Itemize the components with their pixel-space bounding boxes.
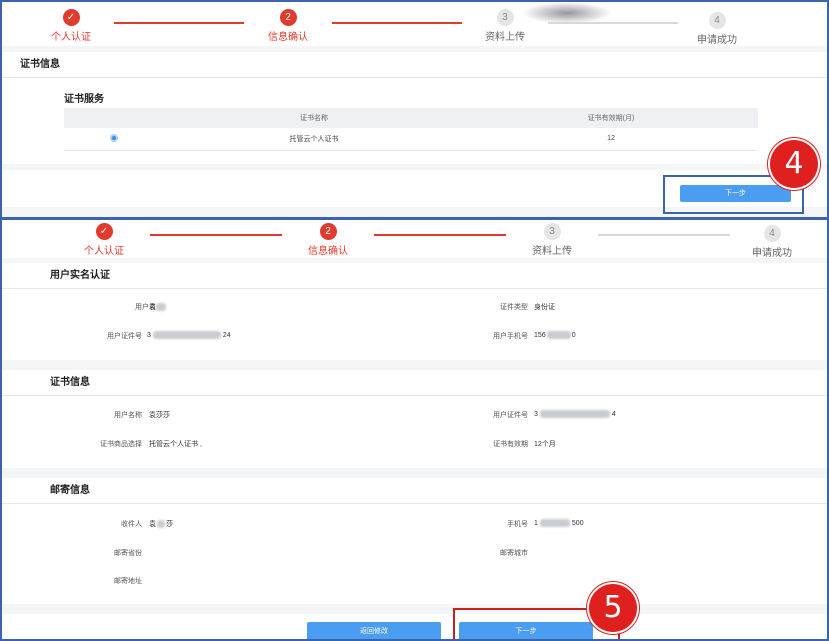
cert-idno-label: 用户证件号 — [493, 412, 528, 419]
check-icon: ✓ — [62, 9, 80, 26]
step-number: 2 — [279, 9, 297, 26]
table-header-name: 证书名称 — [164, 108, 464, 128]
period-value: 12个月 — [534, 441, 556, 448]
step-number: 2 — [319, 223, 337, 240]
step-personal-auth: ✓ 个人认证 — [44, 223, 164, 257]
mail-phone-value: 1 500 — [534, 519, 584, 527]
radio-cell[interactable] — [64, 128, 164, 151]
divider-band — [2, 468, 827, 478]
phone-value: 156 0 — [534, 331, 576, 339]
step-label: 资料上传 — [532, 246, 572, 257]
name-value: 袁莎莎 — [149, 412, 170, 419]
step-badge-4: 4 — [770, 140, 818, 188]
step-badge-5: 5 — [589, 584, 637, 632]
step-label: 信息确认 — [308, 246, 348, 257]
receiver-label: 收件人 — [121, 521, 142, 528]
step-success: 4 申请成功 — [657, 12, 777, 46]
step-label: 信息确认 — [268, 32, 308, 43]
step-info-confirm: 2 信息确认 — [228, 9, 348, 43]
step-connector — [598, 234, 730, 236]
step-info-confirm: 2 信息确认 — [268, 223, 388, 257]
username-value: 袁 — [149, 302, 166, 312]
divider-band — [2, 164, 827, 170]
step-label: 申请成功 — [752, 248, 792, 259]
mail-section-title: 邮寄信息 — [2, 478, 827, 504]
product-label: 证书商品选择 — [100, 441, 142, 448]
idno-value: 3 24 — [147, 331, 231, 339]
step-label: 个人认证 — [84, 246, 124, 257]
idtype-value: 身份证 — [534, 304, 555, 311]
progress-stepper: ✓ 个人认证 2 信息确认 3 资料上传 4 申请成功 — [2, 2, 827, 46]
step-number: 4 — [763, 225, 781, 242]
receiver-value: 袁莎 — [149, 520, 173, 529]
name-label: 用户名称 — [114, 412, 142, 419]
cert-name-cell: 托管云个人证书 — [164, 128, 464, 151]
check-icon: ✓ — [95, 223, 113, 240]
cert-section-title: 证书信息 — [2, 370, 827, 396]
next-button[interactable]: 下一步 — [459, 622, 593, 639]
username-label: 用户名 — [135, 304, 156, 311]
step-upload: 3 资料上传 — [445, 9, 565, 43]
next-button[interactable]: 下一步 — [680, 185, 791, 202]
phone-label: 用户手机号 — [493, 333, 528, 340]
step-label: 申请成功 — [697, 35, 737, 46]
step-number: 3 — [496, 9, 514, 26]
step-connector — [150, 234, 282, 236]
step-success: 4 申请成功 — [712, 225, 827, 259]
radio-selected-icon[interactable] — [110, 133, 118, 142]
info-confirm-panel: ✓ 个人认证 2 信息确认 3 资料上传 4 申请成功 用户实名认证 用户名 袁… — [0, 218, 829, 641]
step-label: 资料上传 — [485, 32, 525, 43]
step-connector — [374, 234, 506, 236]
cert-table: 证书名称 证书有效期(月) 托管云个人证书 12 — [64, 108, 758, 151]
idno-label: 用户证件号 — [107, 333, 142, 340]
table-header-period: 证书有效期(月) — [464, 108, 758, 128]
step-label: 个人认证 — [51, 32, 91, 43]
address-label: 邮寄地址 — [114, 578, 142, 585]
table-row[interactable]: 托管云个人证书 12 — [64, 128, 758, 151]
certificate-service-panel: ✓ 个人认证 2 信息确认 3 资料上传 4 申请成功 证书信息 证书服务 证书… — [0, 0, 829, 219]
divider-band — [2, 604, 827, 614]
step-upload: 3 资料上传 — [492, 223, 612, 257]
period-label: 证书有效期 — [493, 441, 528, 448]
mail-phone-label: 手机号 — [507, 521, 528, 528]
city-label: 邮寄城市 — [500, 550, 528, 557]
step-personal-auth: ✓ 个人认证 — [11, 9, 131, 43]
step-connector — [332, 22, 462, 24]
product-value: 托管云个人证书 , — [149, 441, 202, 448]
cert-period-cell: 12 — [464, 128, 758, 151]
step-number: 3 — [543, 223, 561, 240]
cert-idno-value: 34 — [534, 410, 616, 418]
province-label: 邮寄省份 — [114, 550, 142, 557]
back-edit-button[interactable]: 返回修改 — [307, 622, 441, 639]
section-title: 证书信息 — [2, 52, 827, 78]
idtype-label: 证件类型 — [500, 304, 528, 311]
realname-section-title: 用户实名认证 — [2, 263, 827, 289]
step-connector — [114, 22, 244, 24]
table-header-select — [64, 108, 164, 128]
step-number: 4 — [708, 12, 726, 29]
cert-service-title: 证书服务 — [64, 94, 104, 105]
divider-band — [2, 360, 827, 370]
